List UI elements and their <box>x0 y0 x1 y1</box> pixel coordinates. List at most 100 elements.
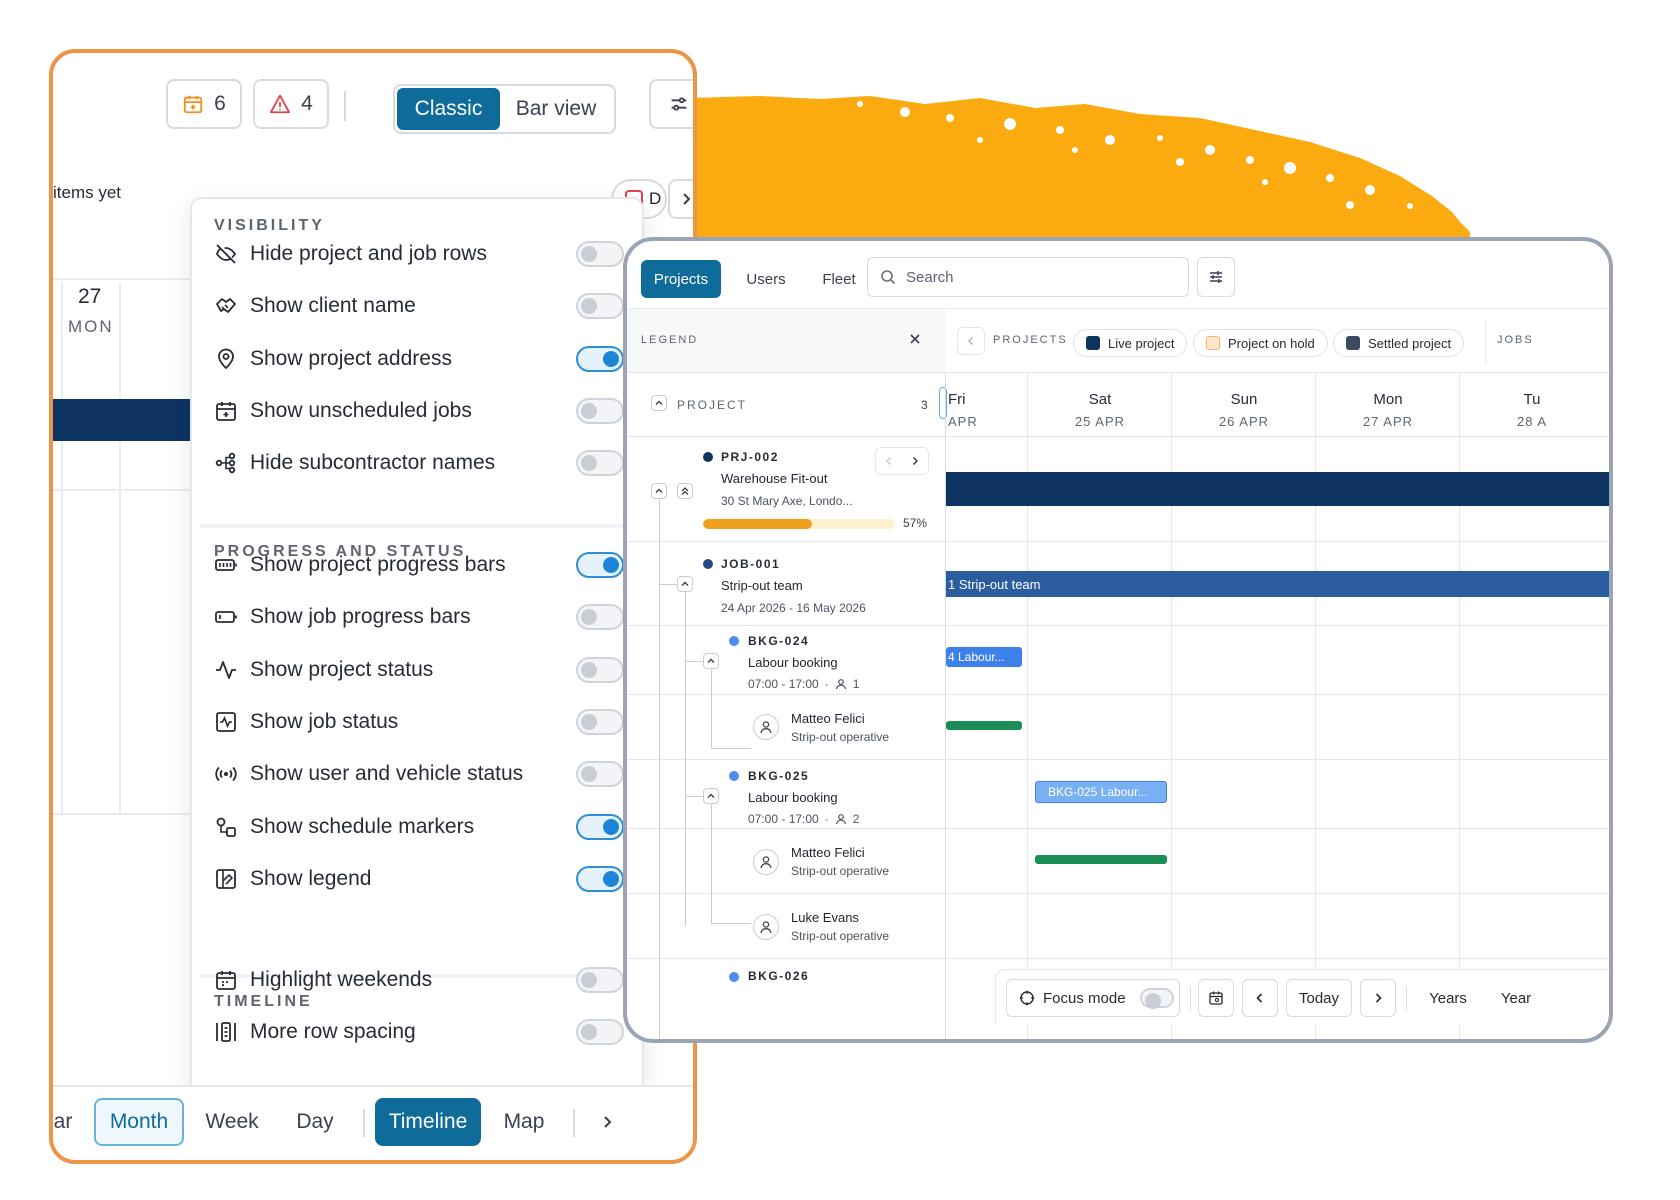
day-date: 28 A <box>1516 414 1548 429</box>
project-progress-fill <box>703 519 813 529</box>
menu-option-toggle[interactable] <box>576 450 624 477</box>
previous-period-button[interactable] <box>1242 979 1278 1017</box>
user-icon <box>760 721 772 734</box>
focus-mode-toggle[interactable]: Focus mode <box>1006 979 1180 1017</box>
menu-option-visibility-0[interactable]: Hide project and job rows <box>214 234 624 274</box>
menu-option-toggle[interactable] <box>576 865 624 892</box>
user-icon <box>835 679 846 690</box>
day-name: Sat <box>1088 391 1112 408</box>
view-next-button[interactable] <box>589 1098 625 1146</box>
collapse-project-button[interactable] <box>651 483 667 499</box>
next-period-button[interactable] <box>1360 979 1396 1017</box>
day-name: Fri <box>948 391 966 408</box>
years-zoom-button[interactable]: Years <box>1416 979 1480 1017</box>
alerts-button[interactable]: 4 <box>253 79 329 129</box>
view-map-button[interactable]: Map <box>491 1098 557 1146</box>
user-assignment-bar[interactable] <box>946 721 1022 730</box>
user-assignment-bar[interactable] <box>1035 855 1167 864</box>
view-week-button[interactable]: Week <box>195 1098 269 1146</box>
collapse-booking-button[interactable] <box>703 653 719 669</box>
view-month-button[interactable]: Month <box>94 1098 184 1146</box>
view-day-button[interactable]: Day <box>283 1098 347 1146</box>
menu-option-progress-6[interactable]: Show legend <box>214 859 624 899</box>
menu-option-label: Hide subcontractor names <box>250 451 496 475</box>
year-zoom-button[interactable]: Year <box>1490 979 1542 1017</box>
view-year-cut[interactable]: ar <box>53 1098 73 1146</box>
day-number-27: 27 <box>78 285 102 308</box>
menu-option-label: Show legend <box>250 866 372 890</box>
view-mode-toggle: Classic Bar view <box>393 84 616 134</box>
menu-option-toggle[interactable] <box>576 345 624 372</box>
chevron-left-icon[interactable] <box>884 456 894 466</box>
menu-option-toggle[interactable] <box>576 604 624 631</box>
menu-divider <box>200 524 634 528</box>
legend-live-label: Live project <box>1108 335 1175 351</box>
date-picker-button[interactable] <box>1198 979 1234 1017</box>
collapse-all-children-button[interactable] <box>677 483 693 499</box>
job-timeline-bar[interactable]: 1 Strip-out team <box>946 571 1609 597</box>
menu-option-visibility-3[interactable]: Show unscheduled jobs <box>214 391 624 431</box>
focus-mode-switch[interactable] <box>1139 988 1174 1009</box>
collapse-booking-button[interactable] <box>703 788 719 804</box>
classic-view-button[interactable]: Classic <box>397 88 500 130</box>
menu-option-toggle[interactable] <box>576 397 624 424</box>
warning-icon <box>270 94 291 114</box>
menu-option-toggle[interactable] <box>576 656 624 683</box>
tab-projects[interactable]: Projects <box>641 260 721 298</box>
menu-option-progress-3[interactable]: Show job status <box>214 702 624 742</box>
menu-option-toggle[interactable] <box>576 813 624 840</box>
tab-fleet[interactable]: Fleet <box>807 260 871 298</box>
bar-view-button[interactable]: Bar view <box>500 97 612 121</box>
menu-option-toggle[interactable] <box>576 967 624 993</box>
menu-option-toggle[interactable] <box>576 293 624 320</box>
job-code: JOB-001 <box>721 557 781 571</box>
menu-option-progress-4[interactable]: Show user and vehicle status <box>214 754 624 794</box>
menu-option-toggle[interactable] <box>576 708 624 735</box>
booking-timeline-bar[interactable]: BKG-025 Labour... <box>1035 781 1167 803</box>
search-input[interactable]: Search <box>867 257 1189 297</box>
menu-option-visibility-2[interactable]: Show project address <box>214 339 624 379</box>
project-timeline-bar[interactable] <box>946 472 1609 506</box>
legend-scroll-left[interactable] <box>957 327 985 355</box>
view-timeline-button[interactable]: Timeline <box>375 1098 481 1146</box>
search-icon <box>881 270 896 285</box>
filter-button[interactable] <box>1197 257 1235 297</box>
user-name: Matteo Felici <box>791 845 865 860</box>
battery-icon <box>215 559 237 571</box>
calendar-search-icon <box>1209 991 1223 1005</box>
menu-option-timeline-1[interactable]: More row spacing <box>214 1012 624 1052</box>
menu-option-visibility-4[interactable]: Hide subcontractor names <box>214 443 624 483</box>
legend-live-project: Live project <box>1073 329 1188 357</box>
day-header: Tu 28 A <box>1461 391 1603 429</box>
separator: · <box>824 677 829 691</box>
battery-low-icon <box>215 611 237 624</box>
close-icon <box>910 334 920 344</box>
unscheduled-jobs-button[interactable]: 6 <box>166 79 242 129</box>
tab-users[interactable]: Users <box>731 260 801 298</box>
user-icon <box>760 856 772 869</box>
project-nav-buttons[interactable] <box>875 447 929 475</box>
menu-option-progress-1[interactable]: Show job progress bars <box>214 597 624 637</box>
chevron-right-icon[interactable] <box>910 456 920 466</box>
menu-option-toggle[interactable] <box>576 552 624 578</box>
menu-option-timeline-0[interactable]: Highlight weekends <box>214 960 624 1000</box>
legend-projects-label: PROJECTS <box>993 334 1068 346</box>
menu-option-toggle[interactable] <box>576 761 624 788</box>
menu-option-progress-2[interactable]: Show project status <box>214 650 624 690</box>
day-name: Sun <box>1230 391 1258 408</box>
menu-option-toggle[interactable] <box>576 241 624 267</box>
close-legend-button[interactable] <box>909 332 921 350</box>
menu-option-toggle[interactable] <box>576 1019 624 1046</box>
chevron-left-icon <box>967 336 974 346</box>
menu-option-progress-0[interactable]: Show project progress bars <box>214 545 624 585</box>
paint-shape <box>690 96 1470 240</box>
menu-option-visibility-1[interactable]: Show client name <box>214 286 624 326</box>
today-button[interactable]: Today <box>1286 979 1352 1017</box>
chevron-right-icon <box>683 193 691 205</box>
collapse-job-button[interactable] <box>677 576 693 592</box>
booking-timeline-bar[interactable]: 4 Labour... <box>946 647 1022 667</box>
menu-option-progress-5[interactable]: Show schedule markers <box>214 807 624 847</box>
display-settings-button[interactable] <box>649 79 693 129</box>
collapse-all-button[interactable] <box>651 395 667 411</box>
scroll-right-button[interactable] <box>668 179 693 219</box>
